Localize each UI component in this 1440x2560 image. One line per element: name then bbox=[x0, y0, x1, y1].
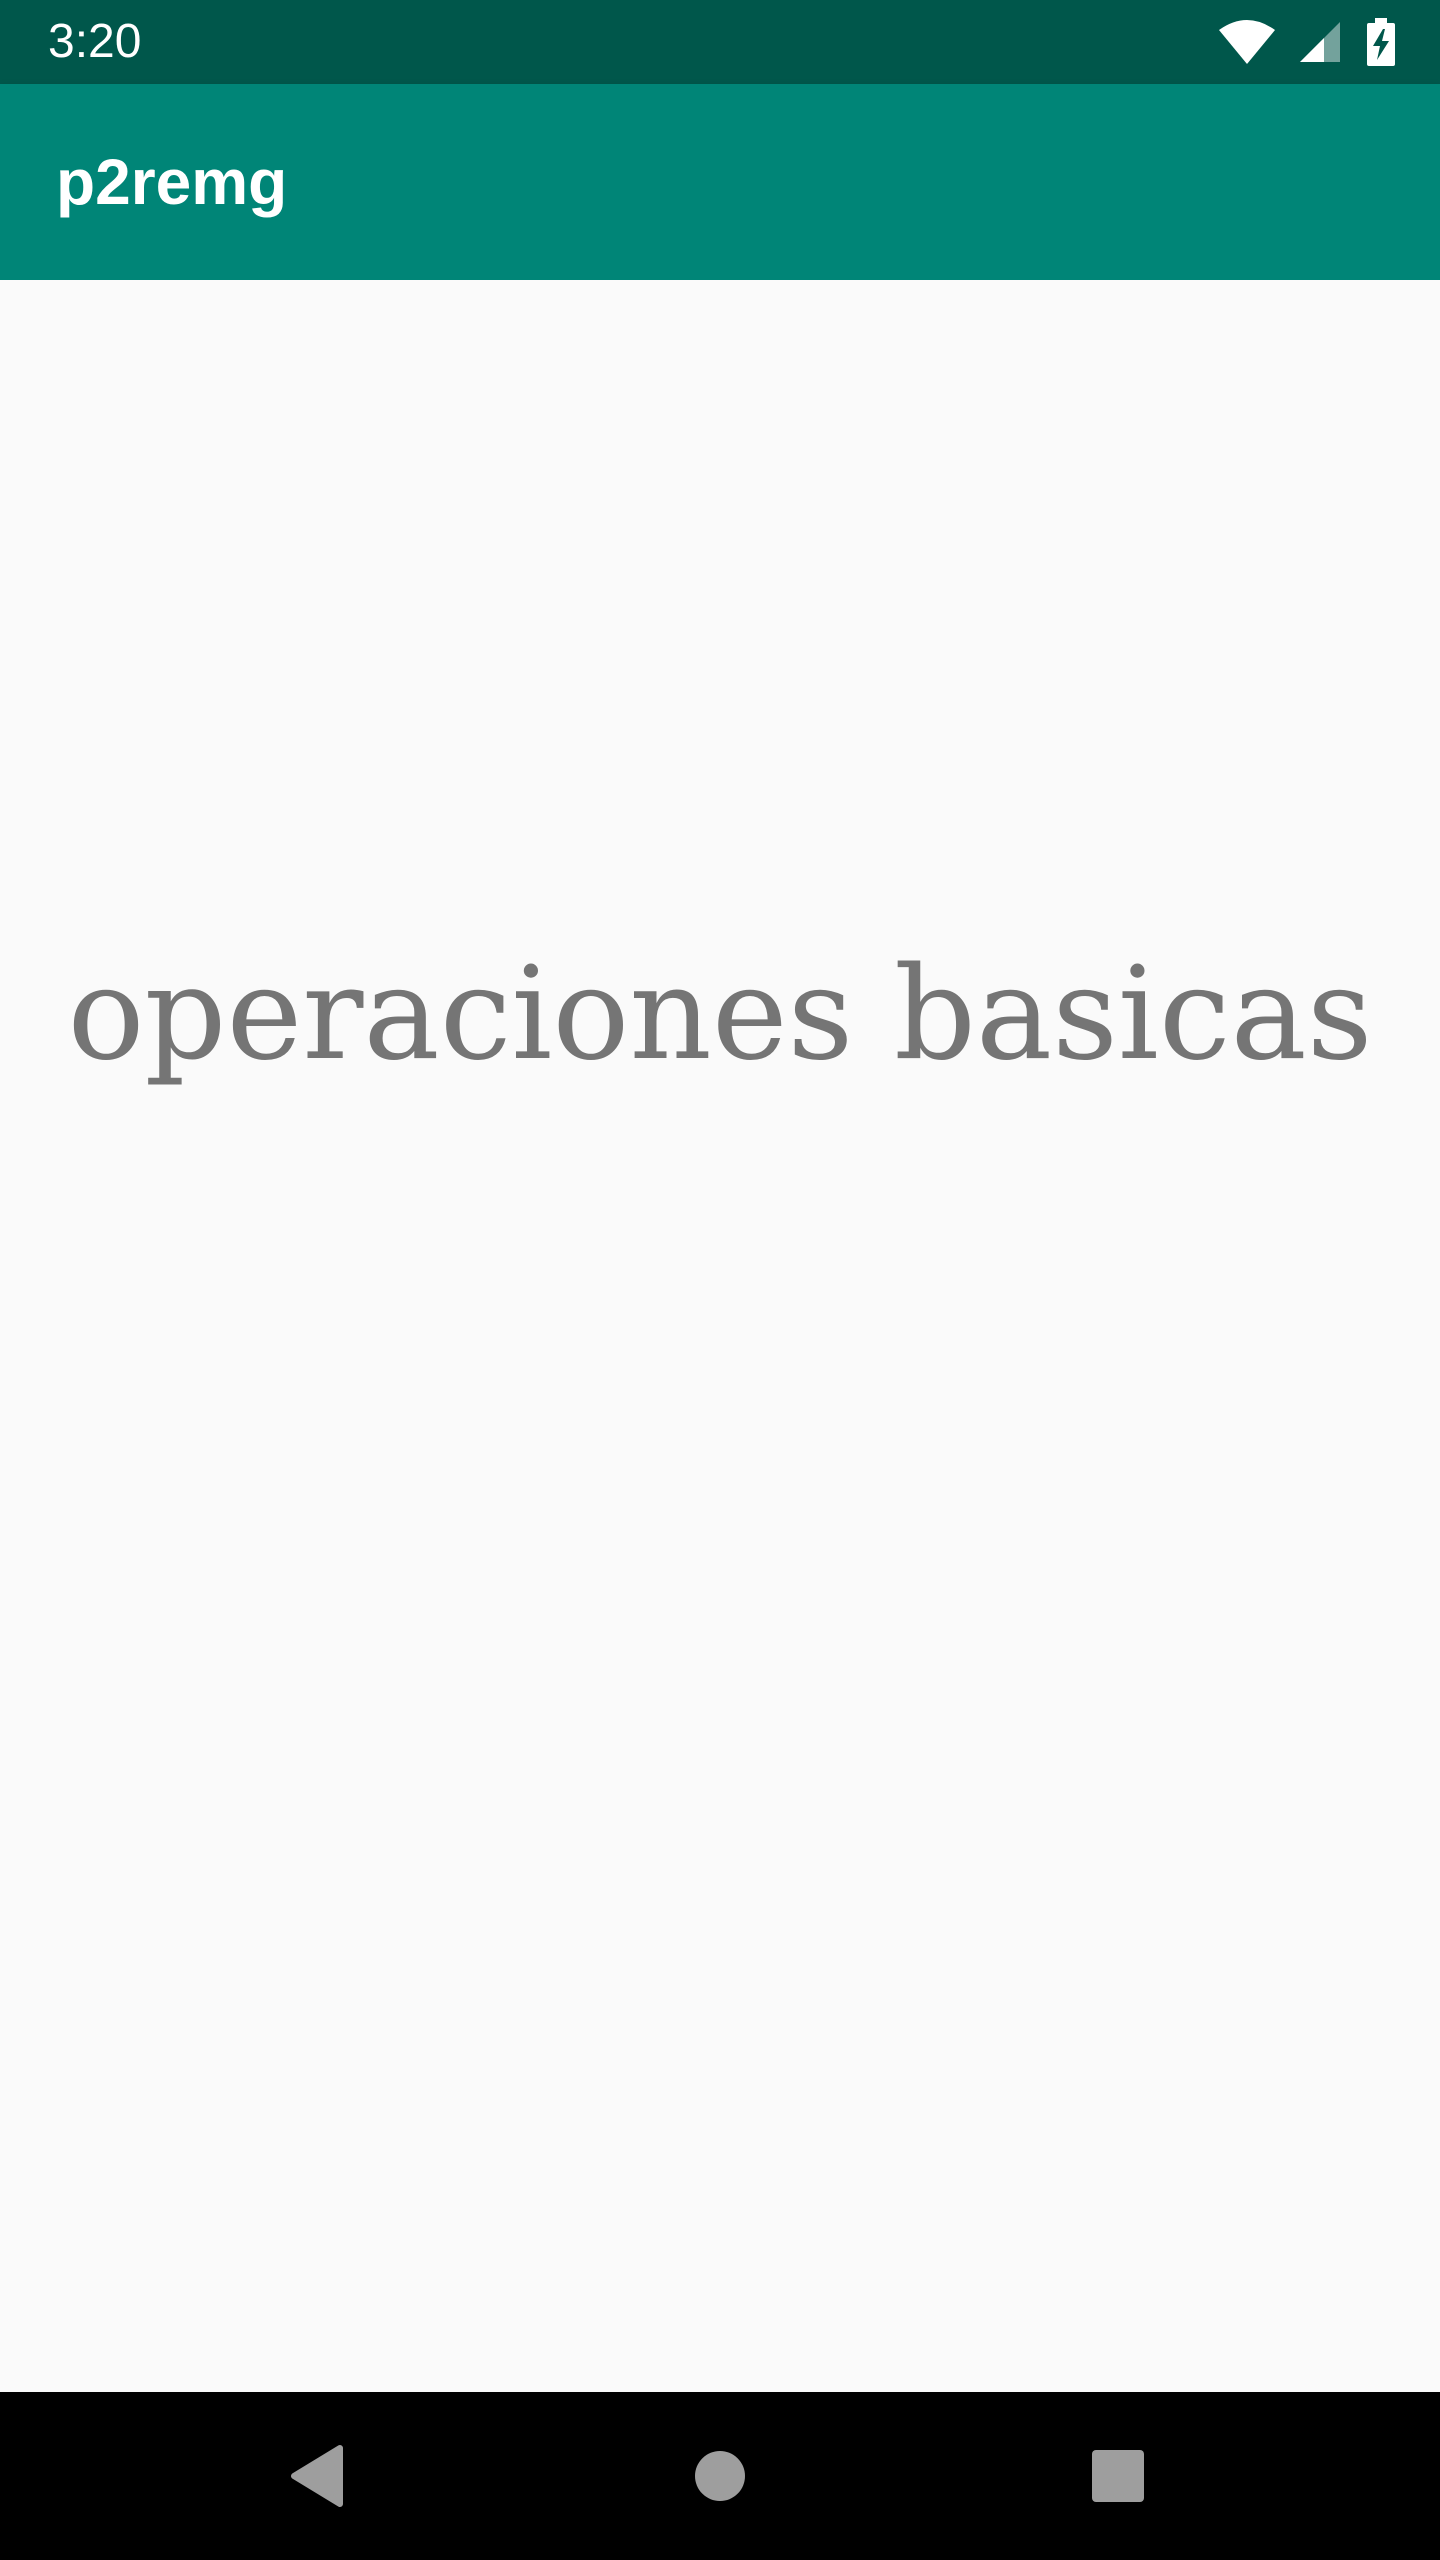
status-bar: 3:20 bbox=[0, 0, 1440, 84]
app-title: p2remg bbox=[56, 146, 288, 218]
status-time: 3:20 bbox=[48, 15, 142, 68]
recents-icon bbox=[1092, 2450, 1144, 2502]
home-button[interactable] bbox=[670, 2426, 770, 2526]
status-icons bbox=[1218, 18, 1396, 66]
back-button[interactable] bbox=[268, 2426, 368, 2526]
home-icon bbox=[695, 2451, 745, 2501]
main-text: operaciones basicas bbox=[67, 940, 1373, 1089]
app-bar: p2remg bbox=[0, 84, 1440, 280]
back-icon bbox=[291, 2445, 343, 2507]
main-content: operaciones basicas bbox=[0, 280, 1440, 2392]
recents-button[interactable] bbox=[1068, 2426, 1168, 2526]
battery-charging-icon bbox=[1366, 18, 1396, 66]
cellular-signal-icon bbox=[1298, 18, 1344, 66]
navigation-bar bbox=[0, 2392, 1440, 2560]
wifi-icon bbox=[1218, 18, 1276, 66]
